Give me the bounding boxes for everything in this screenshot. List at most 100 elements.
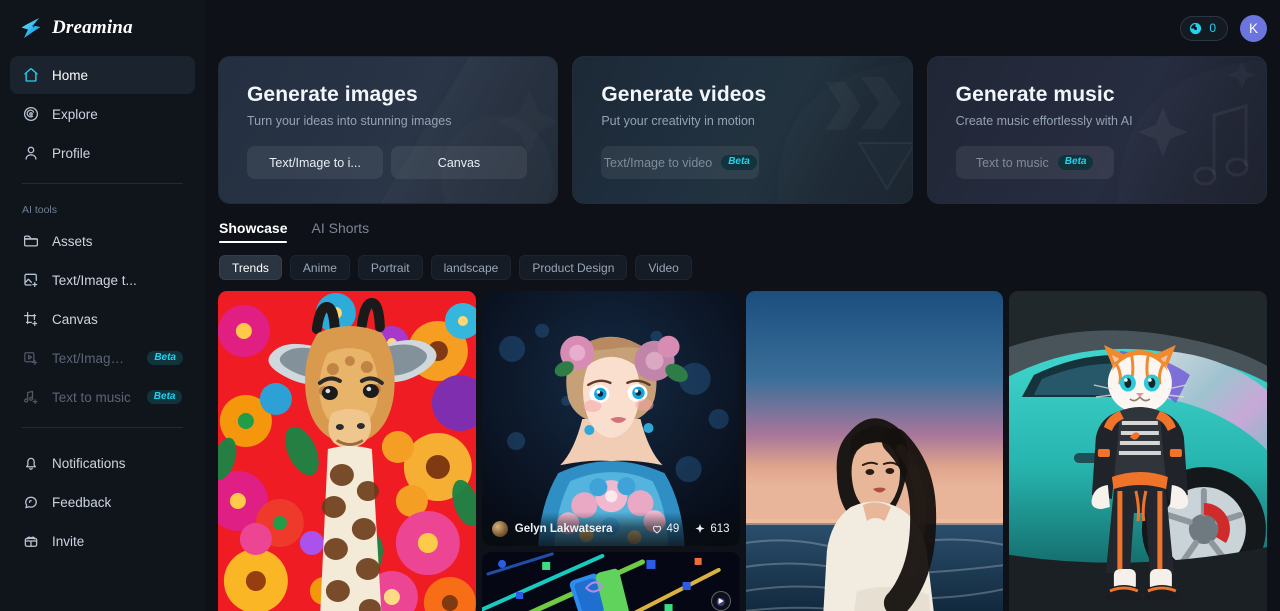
main-content: 0 K Generate images Turn your ideas into… [205, 0, 1280, 611]
hero-title: Generate music [955, 83, 1115, 106]
hero-title: Generate videos [601, 83, 767, 106]
showcase-grid: Gelyn Lakwatsera 49 613 [218, 291, 1267, 611]
hero-card-generate-music[interactable]: Generate music Create music effortlessly… [926, 56, 1267, 204]
hero-decoration [573, 57, 912, 203]
chip-label: Anime [302, 260, 337, 275]
gallery-tile-neon-abstract[interactable] [481, 552, 740, 611]
chip-video[interactable]: Video [635, 255, 692, 280]
heart-icon [652, 525, 661, 534]
hero-button-label: Text/Image to video [603, 155, 713, 170]
sidebar-item-label: Notifications [52, 455, 126, 471]
hero-button-text-image-to-image[interactable]: Text/Image to i... [247, 146, 383, 179]
like-count: 49 [666, 523, 680, 535]
sidebar-item-label: Text/Image t... [52, 272, 137, 288]
sidebar-item-invite[interactable]: Invite [10, 522, 195, 560]
sidebar-item-home[interactable]: Home [10, 56, 195, 94]
sidebar-item-text-image-to-video[interactable]: Text/Image t... Beta [10, 339, 195, 377]
sidebar-section-label: AI tools [22, 204, 58, 216]
gallery-tile-giraffe-flowers[interactable] [218, 291, 476, 611]
hero-subtitle: Turn your ideas into stunning images [247, 114, 452, 128]
video-plus-icon [22, 349, 40, 367]
hero-title: Generate images [247, 83, 418, 106]
brand[interactable]: Dreamina [10, 0, 195, 56]
avatar [491, 521, 508, 537]
hero-button-label: Canvas [437, 155, 481, 170]
hero-card-generate-images[interactable]: Generate images Turn your ideas into stu… [218, 56, 559, 204]
gallery-tile-cat-character-car[interactable] [1009, 291, 1267, 611]
gallery-tile-beach-sunset-woman[interactable] [745, 291, 1004, 611]
beta-badge: Beta [1057, 155, 1094, 170]
app-root: Dreamina Home Explore Profile AI tools A… [0, 0, 1280, 611]
tile-overlay: Gelyn Lakwatsera 49 613 [481, 512, 740, 546]
image-plus-icon [22, 271, 40, 289]
grid-column: Gelyn Lakwatsera 49 613 [481, 291, 740, 611]
compass-icon [22, 105, 40, 123]
sidebar-item-text-to-music[interactable]: Text to music Beta [10, 378, 195, 416]
hero-subtitle: Create music effortlessly with AI [955, 114, 1133, 128]
chip-label: Product Design [532, 260, 615, 275]
hero-actions: Text/Image to i... Canvas [247, 146, 529, 179]
chip-label: Portrait [370, 260, 410, 275]
chip-product-design[interactable]: Product Design [519, 255, 628, 280]
sidebar-item-profile[interactable]: Profile [10, 134, 195, 172]
tab-ai-shorts[interactable]: AI Shorts [311, 220, 369, 243]
sparkle-stat: 613 [694, 523, 730, 535]
hero-button-label: Text to music [975, 155, 1049, 170]
sidebar-item-canvas[interactable]: Canvas [10, 300, 195, 338]
hero-button-label: Text/Image to i... [269, 155, 361, 170]
sidebar-item-notifications[interactable]: Notifications [10, 444, 195, 482]
brand-name: Dreamina [52, 17, 133, 38]
sidebar-item-label: Assets [52, 233, 93, 249]
sidebar-item-label: Text to music [52, 389, 131, 405]
tab-showcase[interactable]: Showcase [219, 220, 288, 243]
content-tabs: Showcase AI Shorts [218, 220, 1267, 243]
chip-portrait[interactable]: Portrait [357, 255, 423, 280]
play-button[interactable] [710, 591, 731, 611]
hero-button-text-image-to-video[interactable]: Text/Image to video Beta [601, 146, 760, 179]
sidebar-item-label: Profile [52, 145, 91, 161]
chip-anime[interactable]: Anime [289, 255, 350, 280]
hero-card-generate-videos[interactable]: Generate videos Put your creativity in m… [572, 56, 913, 204]
artwork-image [1009, 291, 1267, 611]
beta-badge: Beta [721, 155, 757, 170]
filter-chips: Trends Anime Portrait landscape Product … [218, 255, 1267, 280]
avatar[interactable]: K [1240, 14, 1267, 42]
hero-button-text-to-music[interactable]: Text to music Beta [955, 146, 1114, 179]
credits-pill[interactable]: 0 [1180, 15, 1228, 41]
hero-subtitle: Put your creativity in motion [601, 114, 755, 128]
beta-badge: Beta [146, 389, 183, 405]
sidebar-item-assets[interactable]: Assets [10, 222, 195, 260]
chip-trends[interactable]: Trends [219, 255, 282, 280]
music-plus-icon [22, 388, 40, 406]
hero-decoration [219, 57, 557, 203]
sidebar-item-explore[interactable]: Explore [10, 95, 195, 133]
gallery-tile-doll-portrait[interactable]: Gelyn Lakwatsera 49 613 [481, 291, 740, 546]
sidebar-divider-bottom [22, 427, 183, 428]
hero-actions: Text/Image to video Beta [601, 146, 883, 179]
sidebar-item-label: Home [52, 67, 89, 83]
sidebar-item-text-image-to-image[interactable]: Text/Image t... [10, 261, 195, 299]
tile-author: Gelyn Lakwatsera [514, 523, 613, 535]
hero-actions: Text to music Beta [955, 146, 1238, 179]
folder-icon [22, 232, 40, 250]
sidebar-divider-top [22, 183, 183, 184]
sidebar-item-label: Explore [52, 106, 98, 122]
play-icon [718, 597, 724, 605]
sidebar-item-feedback[interactable]: Feedback [10, 483, 195, 521]
avatar-initial: K [1248, 20, 1258, 36]
tab-label: AI Shorts [311, 220, 370, 236]
sidebar-item-label: Canvas [52, 311, 98, 327]
gift-icon [22, 532, 40, 550]
hero-button-canvas[interactable]: Canvas [391, 146, 527, 179]
chip-label: Video [648, 260, 679, 275]
chip-label: Trends [232, 260, 269, 275]
like-stat: 49 [651, 523, 680, 535]
chat-icon [22, 493, 40, 511]
hero-cards: Generate images Turn your ideas into stu… [218, 0, 1267, 204]
chip-landscape[interactable]: landscape [430, 255, 512, 280]
artwork-image [481, 291, 740, 546]
grid-column [218, 291, 476, 611]
artwork-image [218, 291, 476, 611]
user-icon [22, 144, 40, 162]
coin-icon [1189, 22, 1202, 35]
